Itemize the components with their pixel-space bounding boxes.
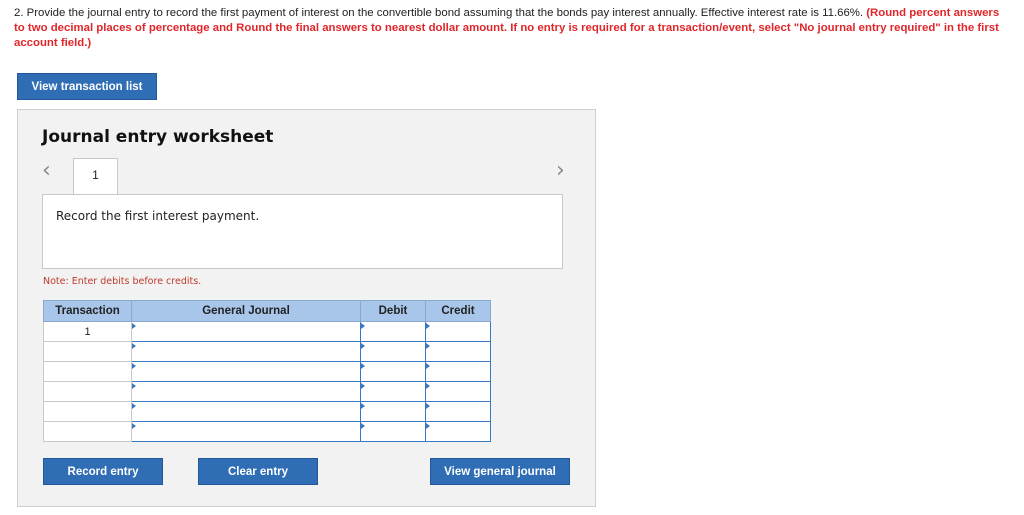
debit-input[interactable]: [360, 381, 426, 402]
tab-entry-1[interactable]: 1: [73, 158, 118, 194]
header-credit: Credit: [425, 300, 491, 322]
worksheet-title: Journal entry worksheet: [42, 127, 274, 147]
header-debit: Debit: [360, 300, 426, 322]
credit-input[interactable]: [425, 341, 491, 362]
entry-description: Record the first interest payment.: [56, 209, 260, 223]
table-row: 1: [43, 321, 491, 342]
question-text: 2. Provide the journal entry to record t…: [14, 6, 1010, 51]
debit-input[interactable]: [360, 401, 426, 422]
table-row: [43, 381, 491, 402]
debit-input[interactable]: [360, 321, 426, 342]
credit-input[interactable]: [425, 361, 491, 382]
question-prompt: 2. Provide the journal entry to record t…: [14, 7, 867, 19]
credit-input[interactable]: [425, 321, 491, 342]
debit-input[interactable]: [360, 341, 426, 362]
account-input[interactable]: [131, 401, 361, 422]
table-row: [43, 401, 491, 422]
header-transaction: Transaction: [43, 300, 132, 322]
view-transaction-list-button[interactable]: View transaction list: [17, 73, 157, 100]
entry-description-box: Record the first interest payment.: [42, 194, 563, 269]
chevron-left-icon[interactable]: ‹: [42, 160, 51, 182]
transaction-cell: [43, 421, 132, 442]
debit-input[interactable]: [360, 361, 426, 382]
transaction-cell: [43, 341, 132, 362]
chevron-right-icon[interactable]: ›: [556, 160, 565, 182]
table-row: [43, 361, 491, 382]
view-general-journal-button[interactable]: View general journal: [430, 458, 570, 485]
debit-input[interactable]: [360, 421, 426, 442]
account-input[interactable]: [131, 361, 361, 382]
journal-entry-worksheet-panel: Journal entry worksheet ‹ › 1 Record the…: [17, 109, 596, 507]
header-general-journal: General Journal: [131, 300, 361, 322]
clear-entry-button[interactable]: Clear entry: [198, 458, 318, 485]
account-input[interactable]: [131, 381, 361, 402]
journal-table: Transaction General Journal Debit Credit…: [43, 300, 491, 442]
record-entry-button[interactable]: Record entry: [43, 458, 163, 485]
credit-input[interactable]: [425, 401, 491, 422]
transaction-cell: [43, 361, 132, 382]
debit-credit-note: Note: Enter debits before credits.: [43, 276, 202, 287]
table-row: [43, 421, 491, 442]
table-row: [43, 341, 491, 362]
account-input[interactable]: [131, 321, 361, 342]
account-input[interactable]: [131, 341, 361, 362]
transaction-cell: [43, 401, 132, 422]
account-input[interactable]: [131, 421, 361, 442]
credit-input[interactable]: [425, 381, 491, 402]
transaction-cell: 1: [43, 321, 132, 342]
credit-input[interactable]: [425, 421, 491, 442]
transaction-cell: [43, 381, 132, 402]
